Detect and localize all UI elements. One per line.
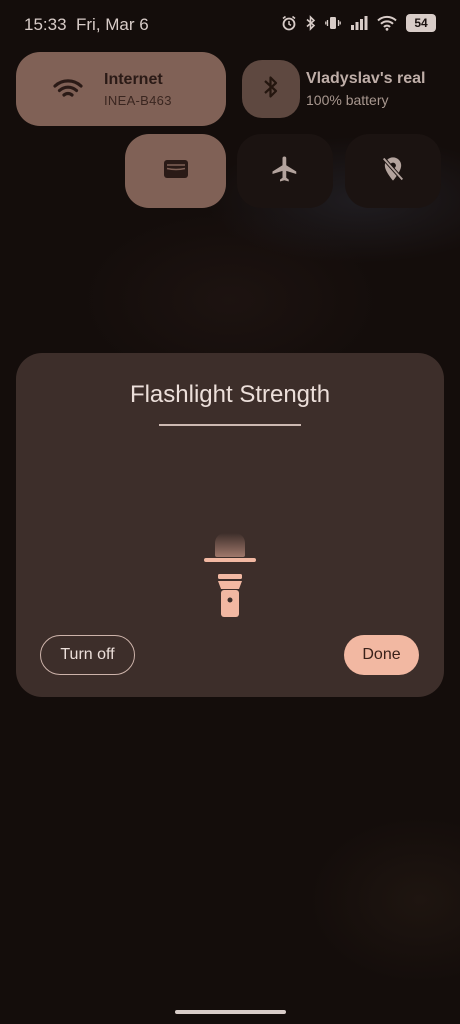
airplane-icon bbox=[270, 154, 300, 189]
status-icons: 54 bbox=[281, 14, 436, 32]
wifi-icon bbox=[53, 78, 83, 105]
internet-tile-subtitle: INEA-B463 bbox=[104, 93, 172, 108]
flashlight-icon[interactable] bbox=[218, 574, 242, 623]
status-bar: 15:33 Fri, Mar 6 54 bbox=[0, 0, 460, 50]
alarm-icon bbox=[281, 15, 297, 31]
signal-icon bbox=[350, 15, 368, 31]
bluetooth-tile-subtitle: 100% battery bbox=[306, 92, 389, 108]
dialog-title: Flashlight Strength bbox=[129, 381, 331, 408]
home-indicator[interactable] bbox=[175, 1010, 286, 1014]
status-time: 15:33 bbox=[24, 15, 67, 34]
flashlight-strength-dialog: Flashlight Strength Turn off Done bbox=[16, 353, 444, 697]
screen: 15:33 Fri, Mar 6 54 Internet INEA-B463 V… bbox=[0, 0, 460, 1024]
bluetooth-icon bbox=[263, 74, 279, 105]
internet-tile-title: Internet bbox=[104, 71, 163, 88]
bluetooth-tile[interactable] bbox=[242, 60, 300, 118]
wifi-icon bbox=[377, 15, 397, 31]
turn-off-button[interactable]: Turn off bbox=[40, 635, 135, 675]
bluetooth-icon bbox=[306, 15, 316, 31]
status-date: Fri, Mar 6 bbox=[76, 15, 149, 34]
wallet-tile[interactable] bbox=[125, 134, 226, 208]
vibrate-icon bbox=[325, 15, 341, 31]
bluetooth-tile-title[interactable]: Vladyslav's real bbox=[306, 70, 425, 88]
battery-icon: 54 bbox=[406, 14, 436, 32]
internet-tile[interactable]: Internet INEA-B463 bbox=[16, 52, 226, 126]
done-button[interactable]: Done bbox=[344, 635, 419, 675]
location-off-icon bbox=[379, 154, 407, 189]
flashlight-strength-slider[interactable] bbox=[204, 558, 256, 562]
wallet-icon bbox=[162, 157, 190, 186]
title-underline bbox=[159, 424, 301, 426]
airplane-mode-tile[interactable] bbox=[237, 134, 333, 208]
flashlight-beam bbox=[215, 533, 245, 557]
location-tile[interactable] bbox=[345, 134, 441, 208]
